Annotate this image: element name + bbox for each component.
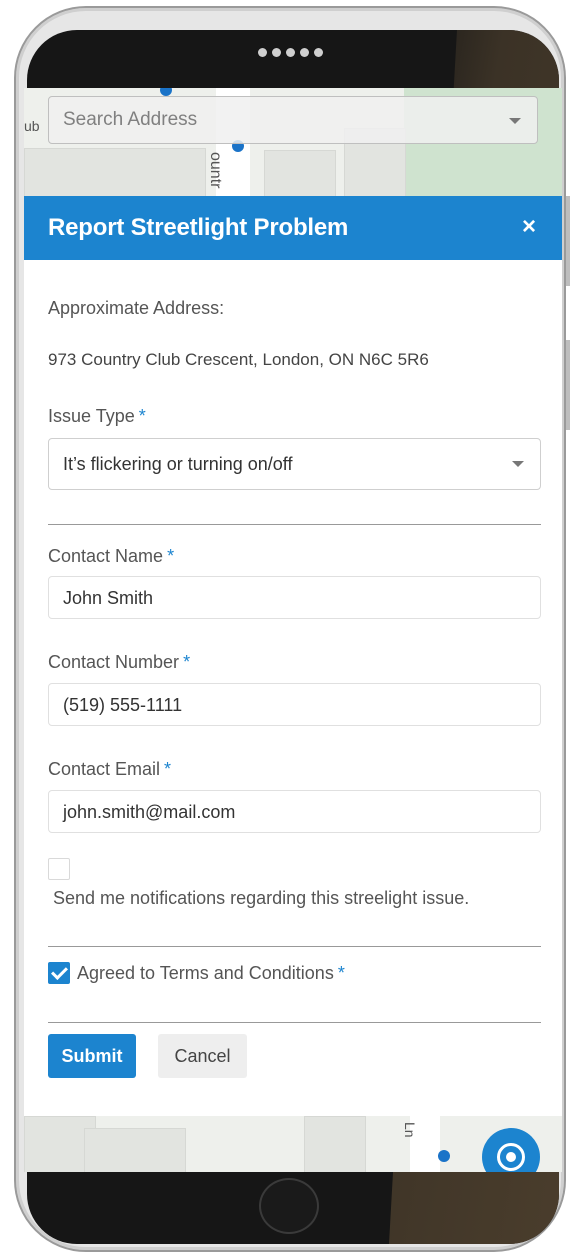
contact-number-label: Contact Number * xyxy=(48,652,191,672)
required-marker: * xyxy=(138,406,146,426)
map-pin xyxy=(160,88,172,96)
map-block xyxy=(304,1116,366,1172)
approx-address-label: Approximate Address: xyxy=(48,298,225,318)
issue-type-value: It’s flickering or turning on/off xyxy=(63,454,293,474)
notify-label: Send me notifications regarding this str… xyxy=(53,888,470,908)
submit-button[interactable]: Submit xyxy=(48,1034,136,1078)
map-street-label: ub xyxy=(24,118,40,134)
divider xyxy=(48,524,541,525)
contact-name-value: John Smith xyxy=(63,588,154,608)
map-block xyxy=(24,148,206,198)
issue-type-select[interactable]: It’s flickering or turning on/off xyxy=(48,438,541,490)
search-input[interactable] xyxy=(49,97,537,143)
modal-header: Report Streetlight Problem × xyxy=(24,196,562,260)
map-block xyxy=(264,150,336,198)
map-block xyxy=(84,1128,186,1172)
required-marker: * xyxy=(167,546,175,566)
required-marker: * xyxy=(164,759,172,779)
contact-name-label: Contact Name * xyxy=(48,546,175,566)
map-street-label: ountr xyxy=(207,152,224,189)
close-icon[interactable]: × xyxy=(514,212,544,242)
terms-label: Agreed to Terms and Conditions * xyxy=(77,963,345,983)
approx-address-value: 973 Country Club Crescent, London, ON N6… xyxy=(48,350,429,369)
search-address-field[interactable] xyxy=(48,96,538,144)
issue-type-label: Issue Type * xyxy=(48,406,146,426)
contact-email-label: Contact Email * xyxy=(48,759,172,779)
report-form: Approximate Address: 973 Country Club Cr… xyxy=(24,260,562,1116)
chevron-down-icon xyxy=(509,118,521,124)
terms-checkbox[interactable] xyxy=(48,962,70,984)
required-marker: * xyxy=(183,652,191,672)
divider xyxy=(48,946,541,947)
locate-button[interactable] xyxy=(482,1128,540,1172)
contact-email-field[interactable]: john.smith@mail.com xyxy=(48,790,541,833)
contact-email-value: john.smith@mail.com xyxy=(63,802,236,822)
phone-side-button xyxy=(566,340,570,430)
contact-number-field[interactable]: (519) 555-1111 xyxy=(48,683,541,726)
contact-name-field[interactable]: John Smith xyxy=(48,576,541,619)
modal-title: Report Streetlight Problem xyxy=(48,214,349,241)
map-street-label: Ln xyxy=(402,1122,418,1138)
phone-home-button[interactable] xyxy=(259,1178,319,1234)
phone-side-button xyxy=(566,196,570,286)
app-screen: ub ountr Ln Report Streetlight Problem ×… xyxy=(24,88,562,1172)
contact-number-value: (519) 555-1111 xyxy=(63,695,183,715)
cancel-button[interactable]: Cancel xyxy=(158,1034,247,1078)
divider xyxy=(48,1022,541,1023)
phone-speaker xyxy=(258,48,323,57)
chevron-down-icon xyxy=(512,461,524,467)
notify-checkbox[interactable] xyxy=(48,858,70,880)
map-pin xyxy=(438,1150,450,1162)
required-marker: * xyxy=(337,963,345,983)
